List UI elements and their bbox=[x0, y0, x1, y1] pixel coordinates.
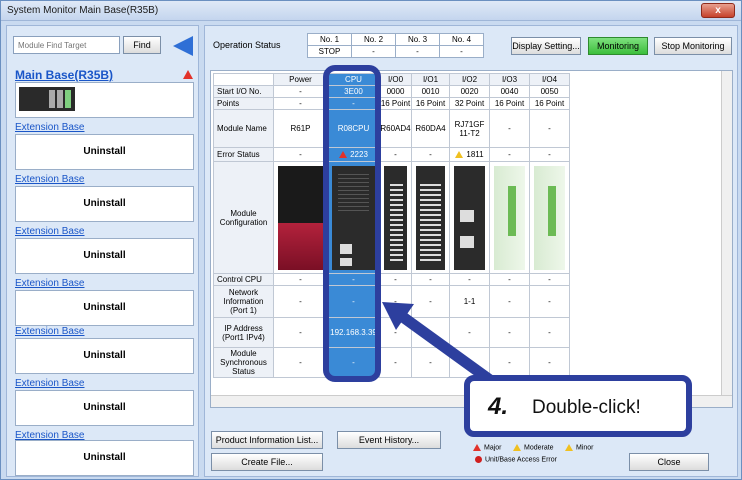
step-number: 4. bbox=[488, 393, 509, 420]
instruction-text: Double-click! bbox=[532, 397, 641, 418]
instruction-callout: 4. Double-click! bbox=[464, 375, 692, 437]
